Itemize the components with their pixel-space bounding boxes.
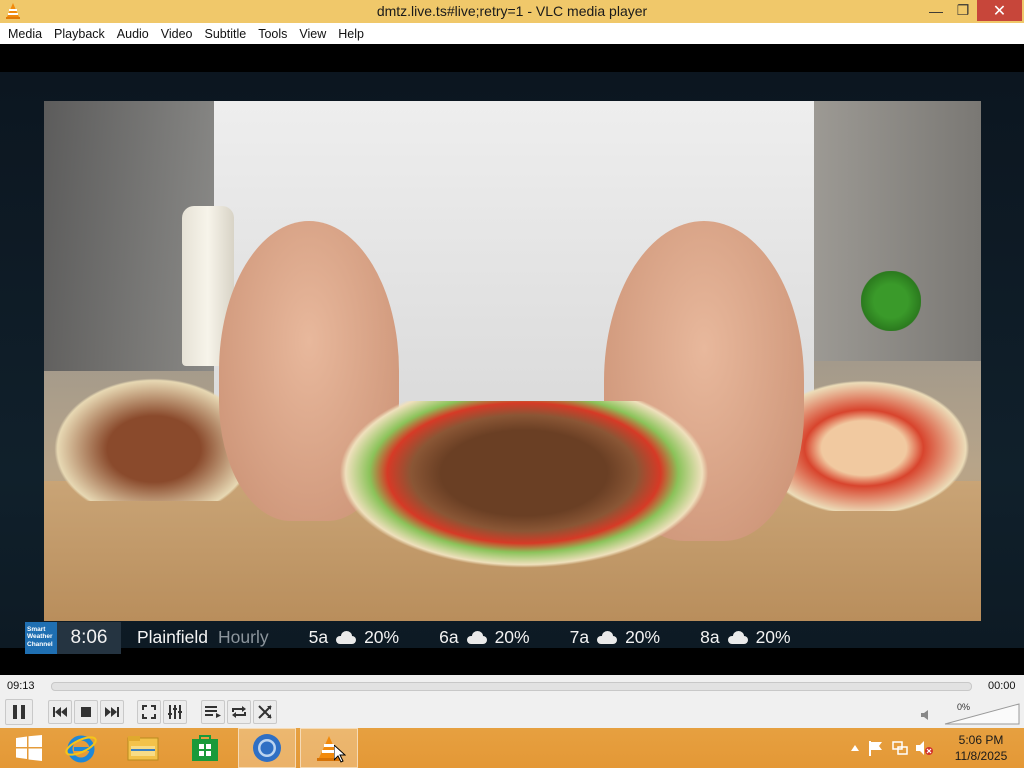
file-explorer-icon [127, 736, 159, 761]
taskbar-internet-explorer[interactable] [52, 728, 110, 768]
seek-slider[interactable] [51, 682, 972, 691]
pause-icon [13, 705, 25, 719]
forecast-hour: 7a [569, 627, 590, 647]
system-tray [850, 728, 934, 768]
minimize-button[interactable]: — [922, 0, 950, 21]
restore-button[interactable]: ❐ [950, 0, 976, 21]
forecast-precip: 20% [625, 627, 661, 647]
video-frame: Smart Weather Channel 8:06 Plainfield Ho… [0, 72, 1024, 654]
close-button[interactable]: ✕ [977, 0, 1022, 21]
taskbar-file-explorer[interactable] [114, 728, 172, 768]
ticker-time: 8:06 [57, 621, 121, 654]
title-bar: dmtz.live.ts#live;retry=1 - VLC media pl… [0, 0, 1024, 23]
fullscreen-icon [142, 705, 156, 719]
mouse-cursor-icon [334, 745, 346, 763]
window-title: dmtz.live.ts#live;retry=1 - VLC media pl… [376, 3, 648, 19]
skip-next-icon [105, 707, 119, 717]
forecast-item: 5a 20% [309, 627, 400, 648]
next-button[interactable] [100, 700, 124, 724]
cloud-icon [726, 630, 750, 644]
cloud-icon [465, 630, 489, 644]
weather-channel-logo: Smart Weather Channel [25, 621, 57, 654]
menu-help[interactable]: Help [332, 27, 370, 41]
menu-video[interactable]: Video [155, 27, 199, 41]
minimize-icon: — [929, 2, 943, 19]
taskbar: 5:06 PM 11/8/2025 [0, 728, 1024, 768]
menu-bar: Media Playback Audio Video Subtitle Tool… [0, 23, 1024, 44]
video-scene-image [44, 101, 981, 621]
forecast-hour: 6a [439, 627, 459, 647]
clock-date: 11/8/2025 [954, 749, 1008, 763]
taskbar-chrome[interactable] [238, 728, 296, 768]
network-icon[interactable] [892, 740, 908, 756]
playback-controls: 0% [0, 697, 1024, 728]
close-icon: ✕ [992, 2, 1007, 20]
taskbar-clock[interactable]: 5:06 PM 11/8/2025 [948, 732, 1014, 764]
elapsed-time: 09:13 [7, 680, 35, 692]
cloud-icon [334, 630, 358, 644]
stop-icon [81, 707, 91, 717]
playlist-button[interactable] [201, 700, 225, 724]
forecast-precip: 20% [755, 627, 791, 647]
restore-icon: ❐ [956, 2, 970, 18]
forecast-item: 8a 20% [700, 627, 791, 648]
ticker-city: Plainfield [137, 627, 209, 647]
shuffle-button[interactable] [253, 700, 277, 724]
loop-icon [232, 706, 246, 718]
forecast-item: 6a 20% [439, 627, 530, 648]
action-center-flag-icon[interactable] [868, 740, 884, 756]
video-output[interactable]: Smart Weather Channel 8:06 Plainfield Ho… [0, 44, 1024, 675]
speaker-icon[interactable] [921, 709, 933, 721]
forecast-precip: 20% [494, 627, 530, 647]
internet-explorer-icon [65, 735, 97, 763]
ticker-mode: Hourly [218, 627, 269, 647]
menu-tools[interactable]: Tools [252, 27, 293, 41]
extended-settings-button[interactable] [163, 700, 187, 724]
menu-audio[interactable]: Audio [111, 27, 155, 41]
chrome-icon [253, 734, 281, 762]
pause-button[interactable] [5, 699, 33, 725]
menu-media[interactable]: Media [2, 27, 48, 41]
clock-time: 5:06 PM [958, 733, 1004, 747]
windows-start-icon [16, 735, 42, 761]
shuffle-icon [258, 705, 272, 719]
forecast-hour: 8a [700, 627, 720, 647]
taskbar-vlc[interactable] [300, 728, 358, 768]
remaining-time[interactable]: 00:00 [988, 680, 1016, 692]
stop-button[interactable] [74, 700, 98, 724]
fullscreen-button[interactable] [137, 700, 161, 724]
menu-playback[interactable]: Playback [48, 27, 111, 41]
volume-slider[interactable] [944, 702, 1020, 726]
menu-view[interactable]: View [293, 27, 332, 41]
seek-bar-row: 09:13 00:00 [0, 675, 1024, 697]
weather-ticker: Smart Weather Channel 8:06 Plainfield Ho… [25, 621, 1000, 654]
equalizer-sliders-icon [168, 705, 182, 719]
chevron-up-icon[interactable] [850, 744, 860, 752]
previous-button[interactable] [48, 700, 72, 724]
taskbar-store[interactable] [176, 728, 234, 768]
volume-muted-icon[interactable] [916, 740, 934, 756]
forecast-item: 7a 20% [570, 627, 661, 648]
skip-previous-icon [53, 707, 67, 717]
loop-button[interactable] [227, 700, 251, 724]
playlist-icon [205, 706, 221, 718]
cloud-icon [595, 630, 619, 644]
store-icon [192, 735, 218, 761]
forecast-precip: 20% [364, 627, 400, 647]
forecast-hour: 5a [308, 627, 329, 647]
vlc-window: dmtz.live.ts#live;retry=1 - VLC media pl… [0, 0, 1024, 768]
menu-subtitle[interactable]: Subtitle [199, 27, 253, 41]
start-button[interactable] [0, 728, 58, 768]
